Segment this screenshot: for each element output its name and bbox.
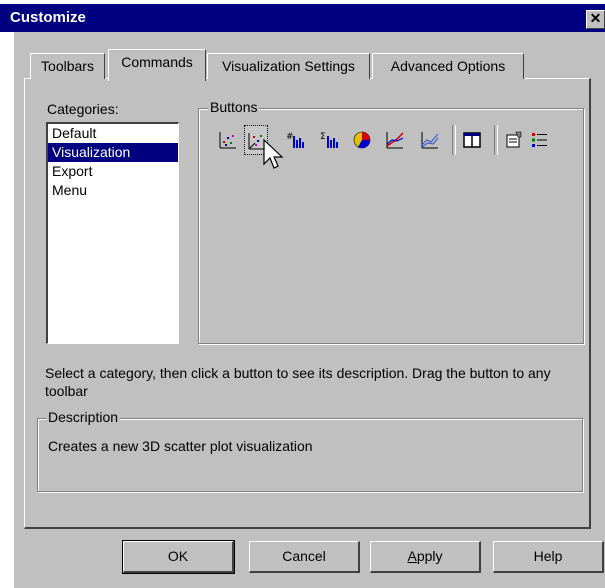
categories-list[interactable]: Default Visualization Export Menu: [46, 122, 179, 344]
category-item-export[interactable]: Export: [48, 162, 178, 181]
title-bar[interactable]: Customize ✕: [0, 4, 605, 32]
histogram-button[interactable]: #: [284, 125, 308, 155]
description-group: [37, 418, 583, 492]
line-chart-button[interactable]: [383, 125, 407, 155]
close-icon: ✕: [589, 10, 602, 26]
svg-text:Σ: Σ: [320, 132, 326, 142]
categories-label: Categories:: [47, 101, 119, 117]
help-button[interactable]: Help: [493, 541, 604, 573]
window-title: Customize: [10, 9, 86, 26]
tab-commands[interactable]: Commands: [108, 49, 206, 81]
line-chart-icon: [386, 132, 404, 149]
close-button[interactable]: ✕: [586, 10, 605, 29]
scatter-plot-button[interactable]: [216, 125, 240, 155]
multi-line-chart-icon: [421, 132, 439, 149]
buttons-group-label: Buttons: [208, 99, 260, 115]
pie-chart-icon: [353, 131, 371, 149]
legend-list-icon: [532, 133, 547, 147]
multi-line-chart-button[interactable]: [418, 125, 442, 155]
histogram-icon: #: [286, 132, 304, 148]
properties-button[interactable]: [502, 125, 526, 155]
panel-layout-icon: [463, 132, 481, 148]
tab-visualization-settings[interactable]: Visualization Settings: [207, 53, 370, 79]
properties-icon: [506, 131, 522, 148]
scatter-plot-icon: [219, 132, 236, 149]
tab-toolbars[interactable]: Toolbars: [30, 53, 105, 79]
category-item-menu[interactable]: Menu: [48, 181, 178, 200]
ok-button[interactable]: OK: [122, 540, 235, 574]
svg-text:#: #: [286, 132, 294, 142]
category-item-default[interactable]: Default: [48, 124, 178, 143]
description-text: Creates a new 3D scatter plot visualizat…: [48, 438, 313, 454]
toolbar-separator: [494, 125, 498, 155]
legend-list-button[interactable]: [528, 125, 552, 155]
panel-layout-button[interactable]: [460, 125, 484, 155]
hint-text: Select a category, then click a button t…: [45, 365, 551, 399]
sum-histogram-button[interactable]: Σ: [318, 125, 342, 155]
description-group-label: Description: [46, 409, 121, 425]
apply-button[interactable]: Apply: [370, 541, 481, 573]
tab-advanced-options[interactable]: Advanced Options: [372, 53, 524, 79]
category-item-visualization[interactable]: Visualization: [48, 143, 178, 162]
customize-dialog: Customize ✕ Toolbars Commands Visualizat…: [0, 0, 605, 588]
pie-chart-button[interactable]: [350, 125, 374, 155]
sum-histogram-icon: Σ: [320, 132, 338, 148]
toolbar-separator: [452, 125, 456, 155]
cancel-button[interactable]: Cancel: [249, 541, 360, 573]
